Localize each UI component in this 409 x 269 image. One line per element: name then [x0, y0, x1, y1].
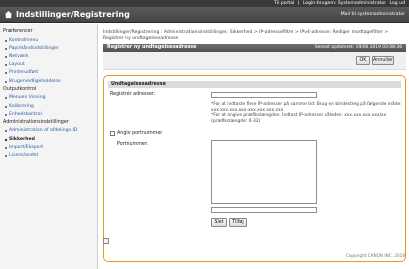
sidebar-item-security[interactable]: Sikkerhed: [0, 136, 97, 144]
app-title: Indstillinger/Registrering: [16, 10, 130, 19]
ok-button[interactable]: OK: [356, 56, 370, 65]
mail-admin-link[interactable]: Mail til systemadministrator: [341, 11, 405, 19]
sidebar-item-paper-settings[interactable]: Papirhåndindstillinger: [0, 45, 97, 53]
sidebar-item-device-control[interactable]: Enhedskontrol: [0, 111, 97, 119]
breadcrumb-line-2: Registrer ny undtagelsesadresse: [103, 35, 179, 41]
bullet-icon: [5, 72, 7, 75]
register-address-label: Registrér adresser:: [110, 92, 156, 97]
logout-link[interactable]: Log ud: [390, 1, 406, 6]
breadcrumb-line-1[interactable]: Indstillinger/Registrering : Administrat…: [103, 30, 403, 36]
login-user-text: Login-brugem: Systemadministrator: [302, 1, 387, 6]
exception-address-panel: Undtagelsesadresse Registrér adresser: *…: [103, 75, 406, 262]
sidebar-item-department-id[interactable]: Administration af afdelings-ID: [0, 127, 97, 135]
bullet-icon: [5, 97, 7, 100]
bullet-icon: [5, 105, 7, 108]
port-checkbox[interactable]: [110, 131, 115, 136]
port-number-input[interactable]: [211, 207, 317, 213]
bullet-icon: [5, 113, 7, 116]
sidebar-section-admin-settings: Administrationsindstillinger: [3, 119, 69, 125]
top-bar: Til portal | Login-brugem: Systemadminis…: [0, 0, 409, 7]
delete-button[interactable]: Slet: [211, 218, 227, 227]
port-number-list[interactable]: [211, 140, 317, 204]
sidebar-item-printer-output[interactable]: Printerudført: [0, 69, 97, 77]
register-address-input[interactable]: [211, 92, 317, 98]
bullet-icon: [5, 64, 7, 67]
bullet-icon: [5, 47, 7, 50]
page-title-bar: Registrer ny undtagelsesadresse Senest o…: [103, 44, 406, 52]
sidebar-item-layout[interactable]: Layout: [0, 61, 97, 69]
bullet-icon: [5, 39, 7, 42]
sidebar-item-view-menu[interactable]: Menuen Visning: [0, 94, 97, 102]
last-updated: Senest opdateret: 19/06 2019 03:08:36: [314, 45, 402, 50]
sidebar-item-control-menu[interactable]: Kontrolmenu: [0, 37, 97, 45]
bullet-icon: [5, 55, 7, 58]
sidebar-item-import-export[interactable]: Import/Eksport: [0, 144, 97, 152]
copyright: Copyright CANON INC. 2018: [345, 253, 405, 258]
port-checkbox-label[interactable]: Angiv portnummer: [117, 131, 162, 136]
sidebar-item-user-maintenance[interactable]: Brugervedligeholdelse: [0, 78, 97, 86]
portal-link[interactable]: Til portal: [274, 1, 294, 6]
bullet-icon: [5, 146, 7, 149]
back-to-top-icon[interactable]: [103, 238, 109, 244]
top-links: Til portal | Login-brugem: Systemadminis…: [272, 0, 405, 7]
action-bar: OK Annullér: [103, 52, 406, 70]
sidebar: Præferencer Kontrolmenu Papirhåndindstil…: [0, 24, 98, 269]
prefix-hint: *For at angive præfikslængden: Indtast I…: [211, 113, 387, 124]
section-title: Undtagelsesadresse: [108, 81, 401, 88]
cancel-button[interactable]: Annullér: [372, 56, 394, 65]
home-icon[interactable]: [4, 10, 13, 19]
breadcrumb: Indstillinger/Registrering : Administrat…: [103, 30, 403, 42]
sidebar-item-license[interactable]: Licens/andet: [0, 152, 97, 160]
range-hint: *For at indtaste flere IP-adresser på sa…: [211, 102, 402, 113]
bullet-icon: [5, 80, 7, 83]
page-title: Registrer ny undtagelsesadresse: [107, 45, 197, 50]
app-header: Indstillinger/Registrering Mail til syst…: [0, 7, 409, 23]
port-number-label: Portnummer:: [117, 142, 149, 147]
sidebar-section-preferences: Præferencer: [3, 29, 33, 34]
add-button[interactable]: Tilføj: [229, 218, 247, 227]
separator: |: [297, 1, 300, 6]
sidebar-item-network[interactable]: Netværk: [0, 53, 97, 61]
bullet-icon: [5, 138, 7, 141]
sidebar-section-output-control: Outputkontrol: [3, 86, 37, 92]
bullet-icon: [5, 155, 7, 158]
sidebar-item-calibration[interactable]: Kalibrering: [0, 103, 97, 111]
bullet-icon: [5, 130, 7, 133]
